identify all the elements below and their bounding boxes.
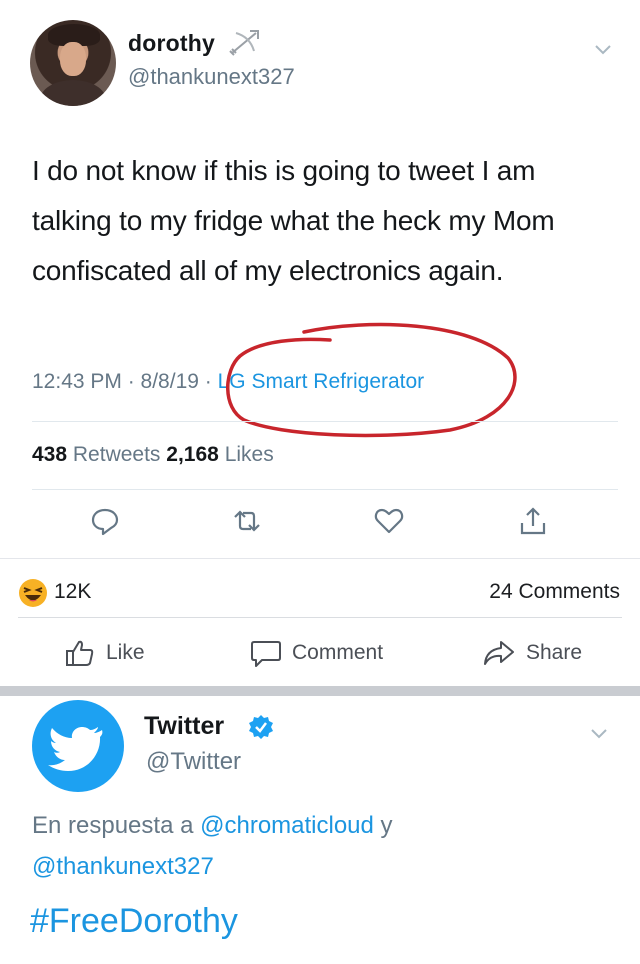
comment-label: Comment [292,641,384,664]
divider [18,617,622,618]
divider [32,421,618,422]
laughing-emoji-icon[interactable] [18,578,48,608]
tweet-stats: 438 Retweets 2,168 Likes [32,443,274,467]
comment-bubble-icon [251,641,281,667]
hashtag-link[interactable]: #FreeDorothy [30,902,238,941]
tweet-timestamp[interactable]: 12:43 PM · 8/8/19 [32,370,199,393]
meta-separator: · [198,370,218,393]
reply-display-name[interactable]: Twitter [144,712,224,741]
display-name[interactable]: dorothy [128,30,215,57]
tweet-meta: 12:43 PM · 8/8/19 · LG Smart Refrigerato… [32,370,424,394]
retweets-label[interactable]: Retweets [73,443,161,466]
like-heart-icon[interactable] [372,504,406,538]
replying-to: En respuesta a @chromaticloud y [32,812,393,840]
retweet-icon[interactable] [230,504,264,538]
thumbs-up-icon [66,640,94,666]
mention-link[interactable]: @chromaticloud [200,812,374,839]
reply-handle[interactable]: @Twitter [146,748,241,776]
likes-count[interactable]: 2,168 [166,443,219,466]
tweet-card: dorothy @thankunext327 I do not know if … [0,0,640,558]
avatar[interactable] [30,20,116,106]
chevron-down-icon[interactable] [588,722,610,744]
reaction-count[interactable]: 12K [54,580,91,604]
share-icon[interactable] [516,504,550,538]
like-button[interactable]: Like [64,636,145,670]
twitter-avatar[interactable] [32,700,124,792]
tweet-source-link[interactable]: LG Smart Refrigerator [218,370,425,393]
comment-button[interactable]: Comment [250,636,383,670]
comment-count[interactable]: 24 Comments [489,580,620,604]
like-label: Like [106,641,145,664]
avatar-face [60,42,86,76]
mention-link[interactable]: @thankunext327 [32,853,214,881]
divider [32,489,618,490]
likes-label[interactable]: Likes [225,443,274,466]
bow-and-arrow-icon [229,30,259,56]
share-arrow-icon [484,641,514,665]
replying-prefix: En respuesta a [32,812,194,839]
share-label: Share [526,641,583,664]
share-button[interactable]: Share [482,636,582,670]
avatar-body [40,80,106,106]
tweet-text: I do not know if this is going to tweet … [32,155,555,286]
replying-connector: y [380,812,393,839]
chevron-down-icon[interactable] [592,38,614,60]
user-handle[interactable]: @thankunext327 [128,64,295,90]
section-separator [0,686,640,696]
twitter-bird-icon [48,727,103,771]
retweets-count[interactable]: 438 [32,443,67,466]
verified-badge-icon [249,715,273,739]
reply-icon[interactable] [88,504,122,538]
